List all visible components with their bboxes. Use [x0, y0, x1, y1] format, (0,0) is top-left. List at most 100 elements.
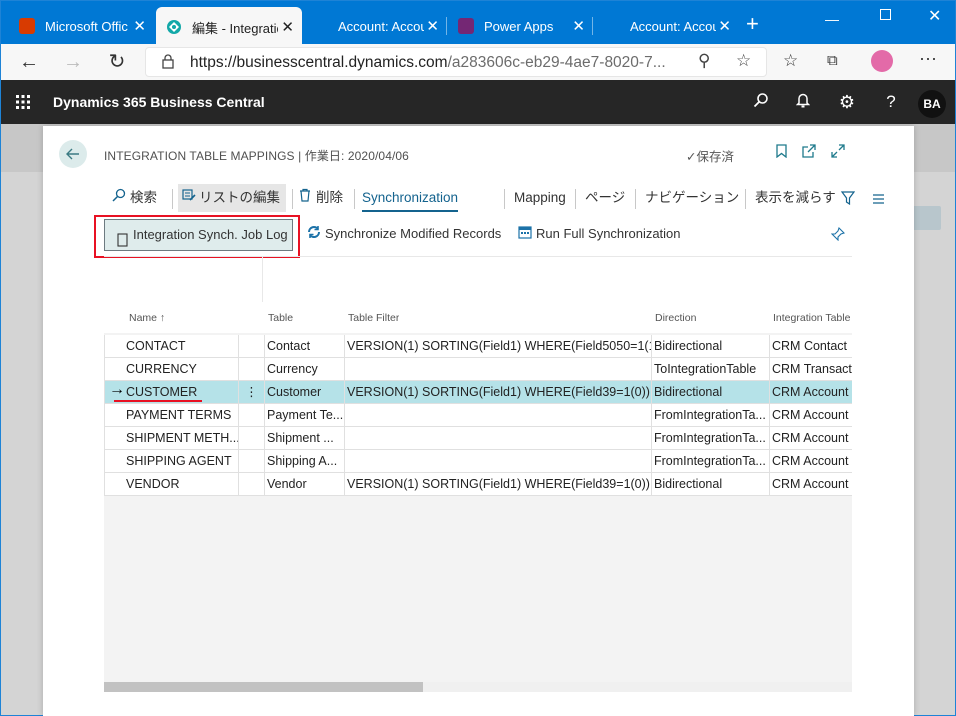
close-icon[interactable]: ✕: [133, 17, 146, 35]
url-field[interactable]: https://businesscentral.dynamics.com/a28…: [145, 47, 767, 77]
table-row[interactable]: SHIPMENT METH... Shipment ... FromIntegrat…: [104, 427, 852, 450]
back-arrow-icon[interactable]: ←: [15, 48, 43, 76]
cell-name[interactable]: VENDOR: [104, 473, 238, 496]
cell-menu[interactable]: [238, 358, 264, 381]
horizontal-scrollbar[interactable]: [104, 682, 852, 692]
close-icon[interactable]: ✕: [281, 18, 294, 36]
close-icon[interactable]: ✕: [572, 17, 585, 35]
collections-icon[interactable]: ⧉: [827, 52, 838, 69]
favorites-list-icon[interactable]: ☆: [783, 51, 798, 71]
table-row[interactable]: SHIPPING AGENT Shipping A... FromIntegrati…: [104, 450, 852, 473]
cell-name[interactable]: SHIPPING AGENT: [104, 450, 238, 473]
cell-integration-table[interactable]: CRM Account: [769, 427, 852, 450]
filter-icon[interactable]: [840, 191, 856, 210]
cell-table[interactable]: Currency: [264, 358, 344, 381]
column-header-table-filter[interactable]: Table Filter: [348, 312, 399, 324]
cell-table-filter[interactable]: [344, 427, 651, 450]
close-icon[interactable]: ✕: [426, 17, 439, 35]
window-close-icon[interactable]: ✕: [928, 6, 941, 26]
cell-name[interactable]: SHIPMENT METH...: [104, 427, 238, 450]
search-action[interactable]: 検索: [112, 184, 157, 212]
column-header-integration-table[interactable]: Integration Table: [773, 312, 852, 324]
cell-integration-table[interactable]: CRM Account: [769, 404, 852, 427]
column-header-direction[interactable]: Direction: [655, 312, 696, 324]
cell-table[interactable]: Shipping A...: [264, 450, 344, 473]
forward-arrow-icon[interactable]: →: [59, 48, 87, 76]
favorite-star-icon[interactable]: ☆: [736, 51, 751, 71]
cell-direction[interactable]: Bidirectional: [651, 473, 769, 496]
maximize-icon[interactable]: [880, 9, 891, 20]
search-icon[interactable]: [751, 92, 771, 112]
cell-integration-table[interactable]: CRM Account: [769, 381, 852, 404]
cell-table-filter[interactable]: [344, 450, 651, 473]
bell-icon[interactable]: [793, 92, 813, 112]
cell-direction[interactable]: FromIntegrationTa...: [651, 450, 769, 473]
tab-mapping[interactable]: Mapping: [514, 184, 566, 212]
column-header-name[interactable]: Name ↑: [129, 312, 165, 324]
cell-integration-table[interactable]: CRM Transactio: [769, 358, 852, 381]
cell-name[interactable]: CONTACT: [104, 335, 238, 358]
delete-action[interactable]: 削除: [299, 184, 343, 212]
tab-navigation[interactable]: ナビゲーション: [645, 184, 739, 212]
cell-menu[interactable]: [238, 473, 264, 496]
open-new-window-icon[interactable]: [800, 144, 818, 162]
cell-table[interactable]: Vendor: [264, 473, 344, 496]
cell-direction[interactable]: Bidirectional: [651, 381, 769, 404]
cell-menu[interactable]: [238, 404, 264, 427]
cell-menu[interactable]: [238, 335, 264, 358]
help-icon[interactable]: ?: [881, 92, 901, 112]
profile-avatar[interactable]: [871, 50, 893, 72]
cell-integration-table[interactable]: CRM Account: [769, 450, 852, 473]
back-button[interactable]: [59, 140, 87, 168]
cell-table[interactable]: Payment Te...: [264, 404, 344, 427]
browser-tab-0[interactable]: Microsoft Offic ✕: [9, 9, 154, 43]
cell-table-filter[interactable]: VERSION(1) SORTING(Field1) WHERE(Field50…: [344, 335, 651, 358]
run-full-synchronization-button[interactable]: Run Full Synchronization: [518, 218, 681, 250]
zoom-icon[interactable]: ⚲: [698, 51, 710, 71]
cell-integration-table[interactable]: CRM Contact: [769, 335, 852, 358]
refresh-icon[interactable]: ↻: [103, 48, 131, 76]
browser-tab-2[interactable]: Account: Accou ✕: [302, 9, 447, 43]
synchronize-modified-records-button[interactable]: Synchronize Modified Records: [307, 218, 501, 250]
table-row[interactable]: CURRENCY Currency ToIntegrationTable CRM Tr…: [104, 358, 852, 381]
column-header-table[interactable]: Table: [268, 312, 293, 324]
cell-direction[interactable]: Bidirectional: [651, 335, 769, 358]
edit-list-action[interactable]: リストの編集: [178, 184, 286, 212]
cell-table[interactable]: Contact: [264, 335, 344, 358]
browser-tab-3[interactable]: Power Apps ✕: [448, 9, 593, 43]
cell-table[interactable]: Shipment ...: [264, 427, 344, 450]
cell-table-filter[interactable]: [344, 404, 651, 427]
tab-page[interactable]: ページ: [585, 184, 625, 212]
cell-name[interactable]: PAYMENT TERMS: [104, 404, 238, 427]
pin-icon[interactable]: [830, 226, 846, 246]
cell-direction[interactable]: FromIntegrationTa...: [651, 404, 769, 427]
cell-table-filter[interactable]: VERSION(1) SORTING(Field1) WHERE(Field39…: [344, 473, 651, 496]
bookmark-icon[interactable]: [772, 144, 790, 162]
cell-menu[interactable]: [238, 427, 264, 450]
cell-name[interactable]: CURRENCY: [104, 358, 238, 381]
row-menu-icon[interactable]: ⋮: [238, 381, 264, 404]
table-row[interactable]: CONTACT Contact VERSION(1) SORTING(Field1)…: [104, 335, 852, 358]
cell-integration-table[interactable]: CRM Account: [769, 473, 852, 496]
cell-menu[interactable]: [238, 450, 264, 473]
new-tab-icon[interactable]: +: [746, 13, 759, 35]
expand-icon[interactable]: [829, 144, 847, 162]
tab-synchronization[interactable]: Synchronization: [362, 184, 459, 212]
app-launcher-icon[interactable]: [15, 94, 31, 115]
table-row[interactable]: VENDOR Vendor VERSION(1) SORTING(Field1) W…: [104, 473, 852, 496]
browser-tab-4[interactable]: Account: Accou ✕: [594, 9, 739, 43]
more-menu-icon[interactable]: ···: [919, 48, 937, 69]
gear-icon[interactable]: ⚙: [837, 92, 857, 112]
scrollbar-thumb[interactable]: [104, 682, 423, 692]
close-icon[interactable]: ✕: [718, 17, 731, 35]
list-view-icon[interactable]: [872, 192, 885, 210]
cell-direction[interactable]: FromIntegrationTa...: [651, 427, 769, 450]
cell-direction[interactable]: ToIntegrationTable: [651, 358, 769, 381]
cell-table[interactable]: Customer: [264, 381, 344, 404]
browser-tab-1[interactable]: 編集 - Integratio ✕: [156, 7, 302, 47]
table-row[interactable]: PAYMENT TERMS Payment Te... FromIntegratio…: [104, 404, 852, 427]
user-avatar[interactable]: BA: [918, 90, 946, 118]
show-less-action[interactable]: 表示を減らす: [755, 184, 836, 212]
cell-table-filter[interactable]: VERSION(1) SORTING(Field1) WHERE(Field39…: [344, 381, 651, 404]
cell-table-filter[interactable]: [344, 358, 651, 381]
